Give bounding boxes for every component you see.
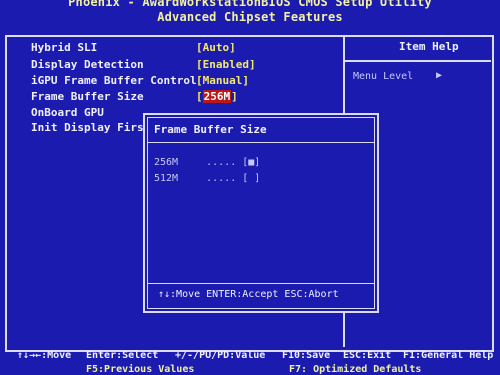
option-label: 512M <box>154 173 179 184</box>
help-divider <box>345 60 491 62</box>
key-move: ↑↓→←:Move <box>17 350 72 361</box>
popup-title: Frame Buffer Size <box>154 123 267 136</box>
key-f5-previous-values: F5:Previous Values <box>86 364 195 375</box>
key-f1-help: F1:General Help <box>403 350 494 361</box>
option-dots: ..... <box>206 173 237 184</box>
setting-init-display-first-label[interactable]: Init Display Firs <box>31 121 144 134</box>
value-bracket-close: ] <box>231 90 238 103</box>
setting-igpu-frame-buffer-control-value[interactable]: [Manual] <box>196 74 249 87</box>
key-f10-save: F10:Save <box>282 350 331 361</box>
frame-buffer-size-popup: Frame Buffer Size 256M ..... [■] 512M ..… <box>143 113 379 313</box>
setting-display-detection-label[interactable]: Display Detection <box>31 58 144 71</box>
popup-option-256m[interactable]: 256M ..... [■] <box>154 157 260 168</box>
popup-title-divider <box>148 142 374 143</box>
bios-title-line1: Phoenix - AwardWorkstationBIOS CMOS Setu… <box>68 0 432 9</box>
option-mark: [■] <box>242 157 261 168</box>
menu-level-label: Menu Level <box>353 71 414 82</box>
option-mark: [ ] <box>242 173 261 184</box>
option-label: 256M <box>154 157 179 168</box>
item-help-title: Item Help <box>399 40 459 53</box>
popup-footer-keys: ↑↓:Move ENTER:Accept ESC:Abort <box>158 289 339 300</box>
popup-option-512m[interactable]: 512M ..... [ ] <box>154 173 260 184</box>
key-enter-select: Enter:Select <box>86 350 159 361</box>
setting-onboard-gpu-label[interactable]: OnBoard GPU <box>31 106 104 119</box>
key-f7-optimized-defaults: F7: Optimized Defaults <box>289 364 422 375</box>
setting-frame-buffer-size-value[interactable]: [256M] <box>196 90 238 103</box>
selected-value-highlight: 256M <box>202 90 232 103</box>
setting-igpu-frame-buffer-control-label[interactable]: iGPU Frame Buffer Control <box>31 74 197 87</box>
popup-inner-border: Frame Buffer Size 256M ..... [■] 512M ..… <box>147 117 375 309</box>
key-esc-exit: ESC:Exit <box>343 350 392 361</box>
setting-hybrid-sli-value[interactable]: [Auto] <box>196 41 236 54</box>
value-bracket-open: [ <box>196 90 203 103</box>
setting-display-detection-value[interactable]: [Enabled] <box>196 58 256 71</box>
setting-frame-buffer-size-label[interactable]: Frame Buffer Size <box>31 90 144 103</box>
key-value-change: +/-/PU/PD:Value <box>175 350 266 361</box>
setting-hybrid-sli-label[interactable]: Hybrid SLI <box>31 41 97 54</box>
menu-level-arrow-icon: ▶ <box>436 70 443 81</box>
popup-footer-divider <box>148 283 374 284</box>
bios-title-line2: Advanced Chipset Features <box>157 10 343 24</box>
option-dots: ..... <box>206 157 237 168</box>
